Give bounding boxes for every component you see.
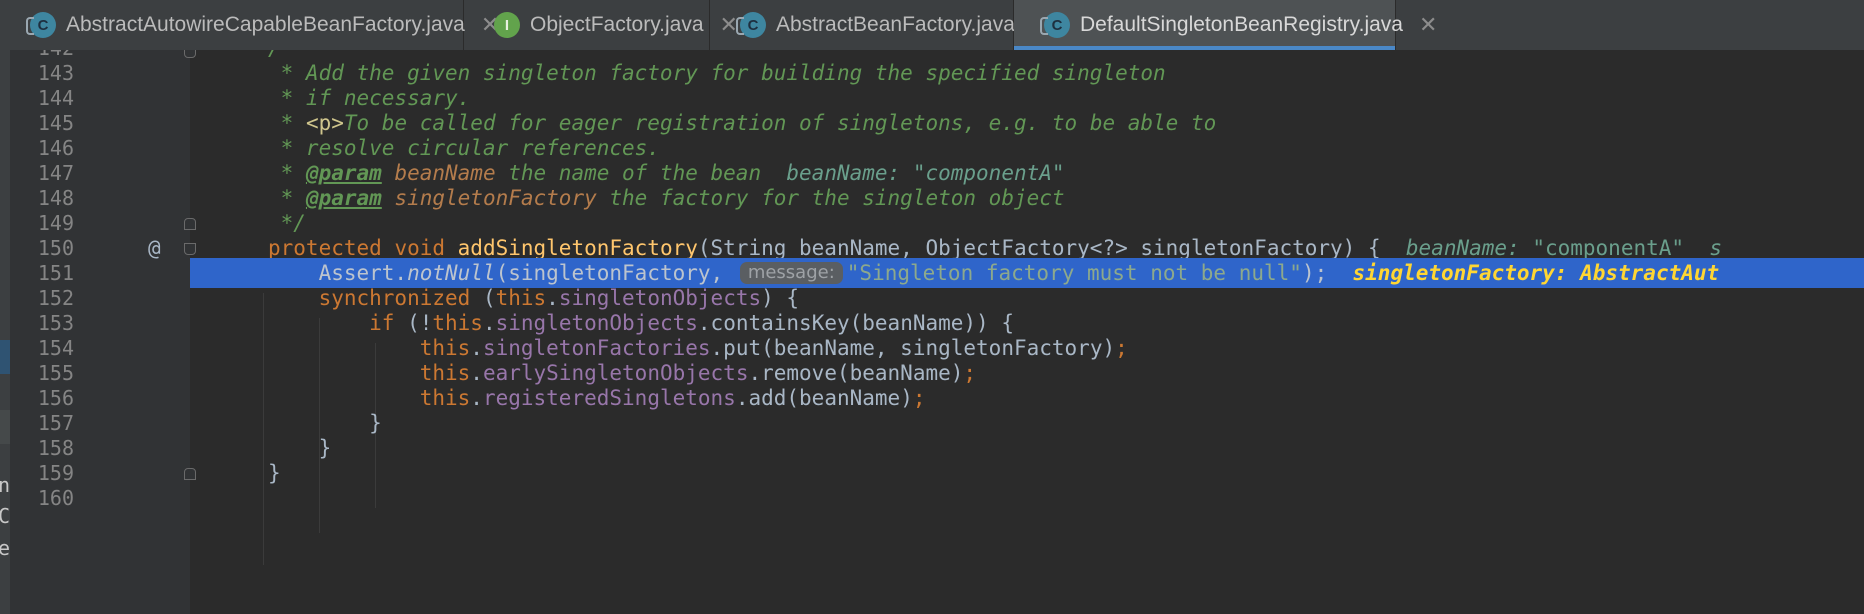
lock-icon [736,17,744,35]
method-name: addSingletonFactory [457,236,698,260]
debug-inlay-value: "componentA" [1532,236,1685,260]
fold-marker-icon[interactable] [184,243,196,255]
tool-window-marker[interactable] [0,340,10,374]
class-icon: C [736,12,766,38]
doc-param-tag: @param [305,186,382,210]
tab-object-factory[interactable]: I ObjectFactory.java ✕ [464,0,738,50]
close-icon[interactable]: ✕ [1419,12,1437,38]
clipped-panel-text: n [0,473,10,497]
tab-label: AbstractAutowireCapableBeanFactory.java [66,13,465,36]
lock-icon [1040,17,1048,35]
tab-label: DefaultSingletonBeanRegistry.java [1080,13,1403,36]
doc-param-name: beanName [381,161,496,185]
debug-inlay-name: beanName: [786,161,913,185]
doc-param-name: singletonFactory [381,186,597,210]
debug-inline-value[interactable]: singletonFactory: AbstractAut [1353,261,1720,285]
debug-inlay-value: "componentA" [912,161,1065,185]
line-number: 160 [37,486,74,510]
tab-default-singleton-bean-registry[interactable]: C DefaultSingletonBeanRegistry.java ✕ [1014,0,1437,50]
fold-marker-icon[interactable] [184,468,196,480]
class-icon: C [26,12,56,38]
class-icon: C [1040,12,1070,38]
code-editor[interactable]: n C) e 142 /** 143 * Add the given singl… [0,50,1864,614]
tool-window-strip: n C) e [0,50,10,614]
ide-window: C AbstractAutowireCapableBeanFactory.jav… [0,0,1864,614]
fold-marker-icon[interactable] [184,218,196,230]
editor-tab-bar: C AbstractAutowireCapableBeanFactory.jav… [0,0,1864,51]
lock-icon [26,17,34,35]
clipped-panel-text: e [0,536,10,560]
interface-icon: I [494,12,520,38]
debug-inlay-name: beanName: [1405,236,1533,260]
tab-abstract-bean-factory[interactable]: C AbstractBeanFactory.java ✕ [710,0,1049,50]
code-line: 160 [10,483,1864,513]
tab-abstract-autowire-capable-bean-factory[interactable]: C AbstractAutowireCapableBeanFactory.jav… [0,0,499,50]
tab-label: AbstractBeanFactory.java [776,13,1015,36]
tool-window-marker[interactable] [0,410,10,444]
parameter-hint: message: [739,262,843,284]
tab-label: ObjectFactory.java [530,13,704,36]
doc-param-tag: @param [305,161,382,185]
doc-html-tag: <p> [305,111,344,135]
fold-marker-icon[interactable] [184,50,196,58]
clipped-panel-text: C) [0,504,10,528]
